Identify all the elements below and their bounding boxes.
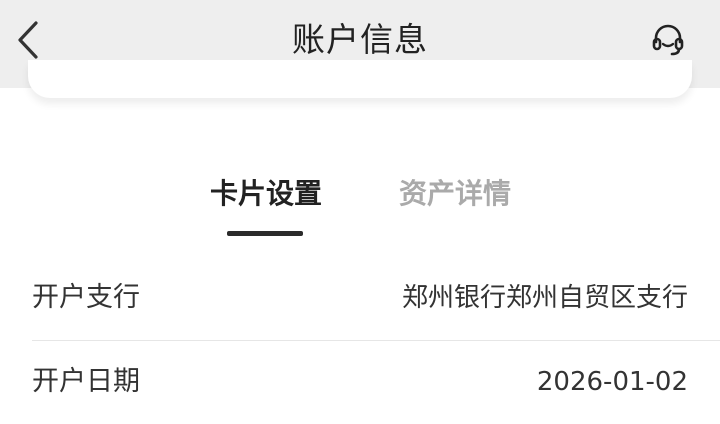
row-label: 开户日期 xyxy=(32,366,140,397)
active-tab-indicator xyxy=(227,231,303,236)
row-value: 2026-01-02 xyxy=(536,367,688,397)
customer-service-button[interactable] xyxy=(644,16,692,64)
row-label: 开户支行 xyxy=(32,282,140,313)
page-title: 账户信息 xyxy=(292,20,428,59)
row-divider xyxy=(32,340,720,341)
account-card xyxy=(28,60,692,98)
account-info-page: 账户信息 卡片设置 资产详情 开户支行 郑州银行郑州自贸区支行 开户日期 202… xyxy=(0,0,720,424)
tab-card-settings[interactable]: 卡片设置 xyxy=(205,174,327,214)
tab-asset-details[interactable]: 资产详情 xyxy=(394,174,516,214)
info-row-open-date: 开户日期 2026-01-02 xyxy=(0,342,720,422)
info-row-branch: 开户支行 郑州银行郑州自贸区支行 xyxy=(0,258,720,338)
headset-icon xyxy=(652,24,684,56)
row-value: 郑州银行郑州自贸区支行 xyxy=(401,283,688,313)
